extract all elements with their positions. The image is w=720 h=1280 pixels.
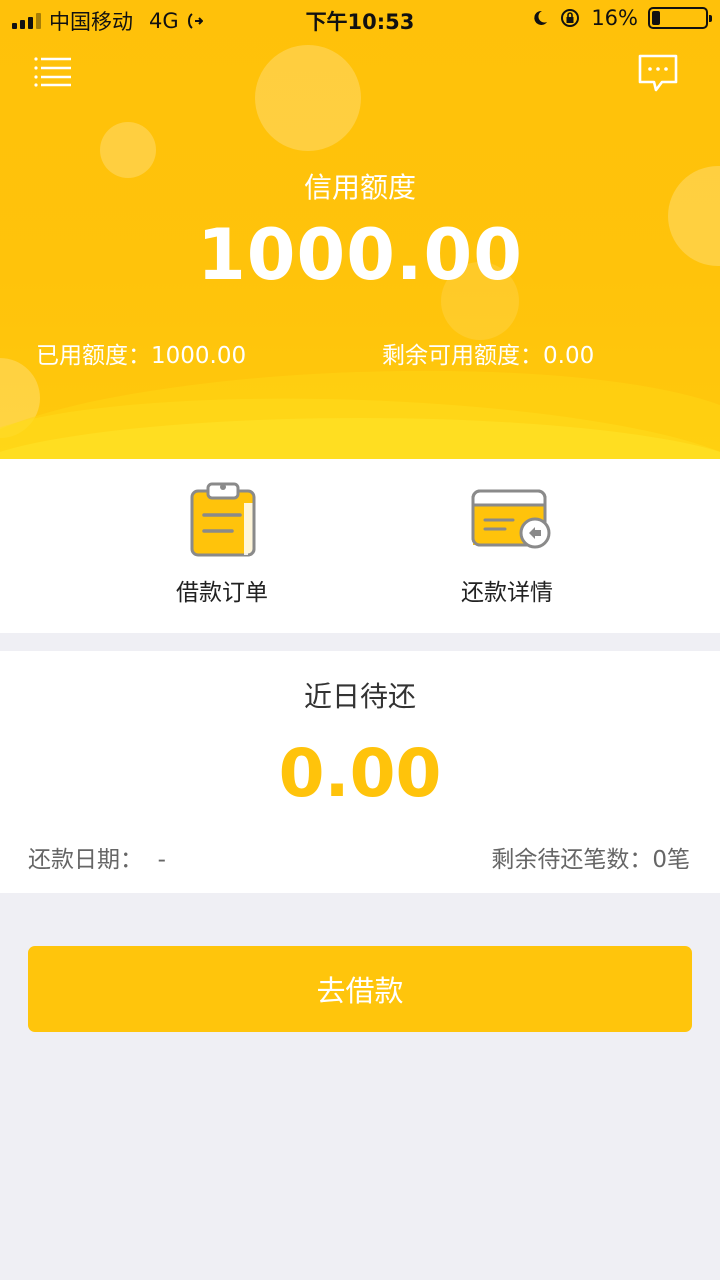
loan-orders-button[interactable]: 借款订单 bbox=[122, 459, 322, 633]
loan-orders-label: 借款订单 bbox=[176, 580, 268, 606]
remaining-repayment-count: 剩余待还笔数：0笔 bbox=[491, 847, 690, 873]
credit-limit-amount: 1000.00 bbox=[197, 214, 523, 296]
status-bar: 中国移动 4G 下午10:53 16% bbox=[0, 0, 720, 38]
rotation-lock-icon bbox=[561, 9, 580, 27]
menu-button[interactable] bbox=[30, 55, 74, 89]
repayment-date: 还款日期： - bbox=[28, 847, 166, 873]
recent-due-card: 近日待还 0.00 还款日期： - 剩余待还笔数：0笔 bbox=[0, 651, 720, 893]
borrow-button[interactable]: 去借款 bbox=[28, 946, 692, 1032]
menu-list-icon bbox=[34, 57, 71, 87]
recent-due-amount: 0.00 bbox=[278, 735, 442, 812]
decor-bubble bbox=[255, 45, 361, 151]
used-credit: 已用额度：1000.00 bbox=[36, 343, 247, 369]
credit-header: 中国移动 4G 下午10:53 16% 信用额度 1000.00 已用额度：10… bbox=[0, 0, 720, 459]
clipboard-order-icon bbox=[190, 482, 256, 557]
repayment-details-label: 还款详情 bbox=[461, 580, 553, 606]
credit-limit-label: 信用额度 bbox=[303, 171, 416, 204]
message-button[interactable] bbox=[636, 52, 680, 94]
quick-actions: 借款订单 还款详情 bbox=[0, 459, 720, 633]
recent-due-title: 近日待还 bbox=[303, 680, 416, 713]
card-repay-icon bbox=[471, 489, 551, 549]
remaining-credit: 剩余可用额度：0.00 bbox=[382, 343, 595, 369]
repayment-details-button[interactable]: 还款详情 bbox=[407, 459, 607, 633]
battery-percent: 16% bbox=[591, 6, 638, 30]
moon-icon bbox=[534, 10, 548, 25]
app-screen: 中国移动 4G 下午10:53 16% 信用额度 1000.00 已用额度：10… bbox=[0, 0, 720, 1280]
battery-icon bbox=[648, 7, 712, 29]
message-icon bbox=[638, 54, 678, 92]
